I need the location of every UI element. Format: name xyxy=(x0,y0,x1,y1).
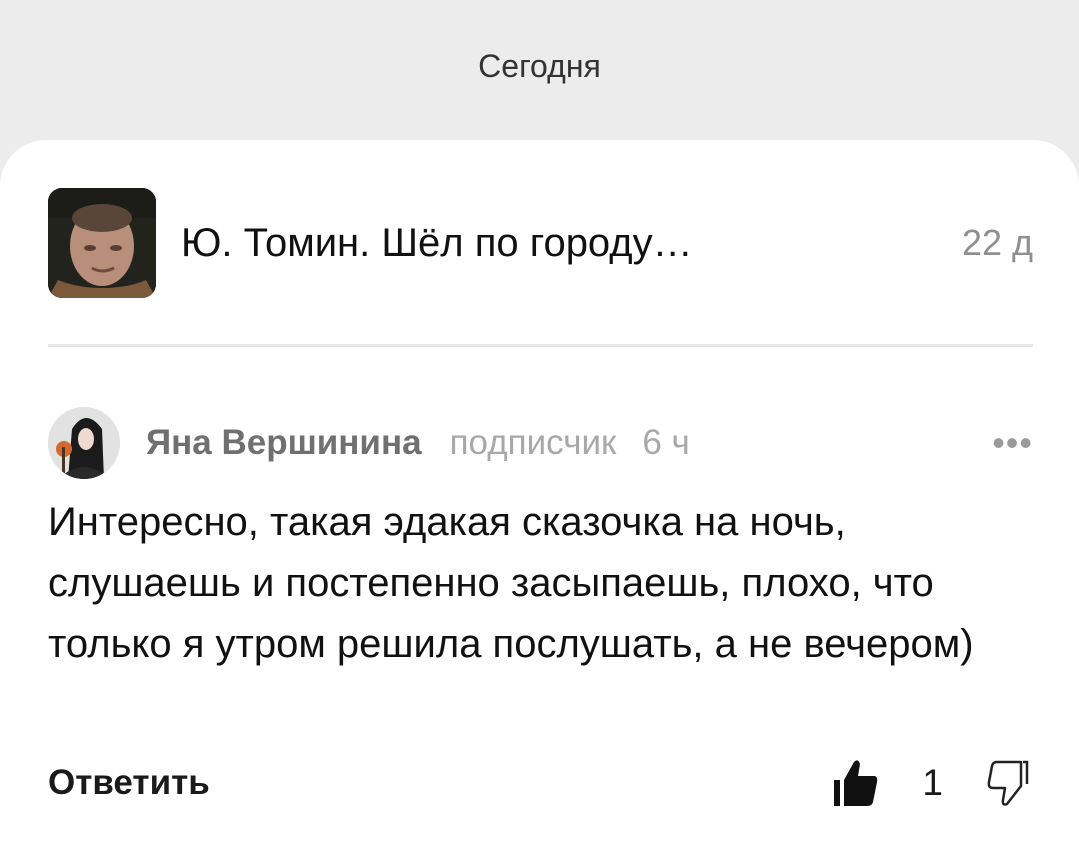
comment-header: Яна Вершинина подписчик 6 ч ••• xyxy=(48,405,1033,481)
post-age: 22 д xyxy=(961,222,1033,263)
thumbs-up-icon xyxy=(834,760,878,806)
date-header: Сегодня xyxy=(478,48,601,84)
comment-text: Интересно, такая эдакая сказочка на ночь… xyxy=(48,500,974,666)
avatar[interactable] xyxy=(48,407,120,479)
post-thumbnail xyxy=(48,188,156,298)
author-role: подписчик xyxy=(449,423,617,462)
divider xyxy=(48,344,1033,347)
dislike-button[interactable] xyxy=(987,758,1033,808)
comment-card: Ю. Томин. Шёл по городу… 22 д Яна Вершин… xyxy=(0,140,1079,849)
like-button[interactable] xyxy=(832,758,878,808)
post-title: Ю. Томин. Шёл по городу… xyxy=(181,220,693,265)
thumbs-down-icon xyxy=(987,760,1029,806)
comment-actions: Ответить 1 xyxy=(48,748,1033,818)
like-count: 1 xyxy=(922,762,943,803)
reply-button[interactable]: Ответить xyxy=(48,763,210,803)
author-name[interactable]: Яна Вершинина xyxy=(146,423,422,463)
more-options-button[interactable]: ••• xyxy=(992,425,1033,461)
more-horizontal-icon: ••• xyxy=(992,422,1033,463)
post-link[interactable]: Ю. Томин. Шёл по городу… 22 д xyxy=(48,188,1033,298)
comment-time: 6 ч xyxy=(642,423,690,462)
comments-screen: Сегодня Ю. Томин. Шёл по городу… 22 д Ян… xyxy=(0,0,1079,849)
